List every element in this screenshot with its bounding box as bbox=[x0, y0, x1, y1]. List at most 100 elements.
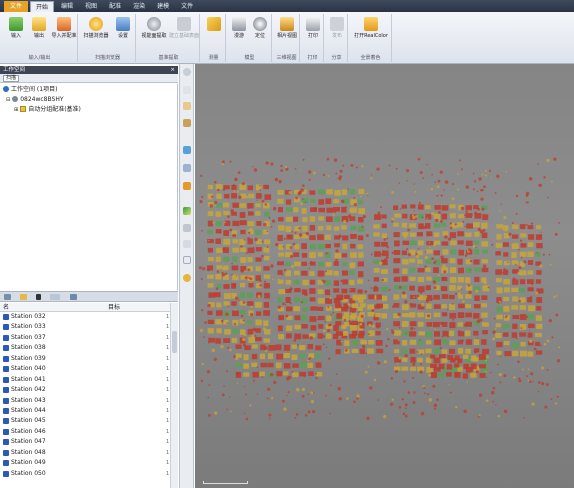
cloud-cluster bbox=[418, 223, 424, 230]
layer-icon[interactable] bbox=[183, 164, 191, 172]
cloud-cluster bbox=[277, 270, 283, 275]
list-item[interactable]: Station 047 1 bbox=[0, 437, 170, 447]
cloud-point bbox=[426, 163, 428, 166]
cloud-cluster bbox=[473, 222, 480, 228]
up-arrow-icon[interactable] bbox=[36, 294, 41, 300]
cloud-cluster bbox=[418, 213, 424, 219]
cloud-point bbox=[415, 254, 420, 259]
tab-modeling[interactable]: 建模 bbox=[152, 1, 174, 12]
cloud-point bbox=[252, 246, 254, 248]
publish-button[interactable]: 发布 bbox=[325, 17, 349, 39]
cloud-point bbox=[366, 416, 370, 420]
tab-edit[interactable]: 编辑 bbox=[56, 1, 78, 12]
cloud-point bbox=[324, 321, 326, 323]
target-icon[interactable] bbox=[183, 256, 191, 264]
cloud-point bbox=[304, 201, 307, 204]
list-item[interactable]: Station 041 1 bbox=[0, 375, 170, 385]
station-icon bbox=[3, 324, 9, 331]
collapse-icon[interactable] bbox=[4, 294, 11, 300]
expand-icon[interactable]: ⊞ bbox=[14, 107, 18, 113]
locate-button[interactable]: 定位 bbox=[249, 17, 271, 39]
view-options-icon[interactable] bbox=[50, 294, 60, 300]
pan-icon[interactable] bbox=[183, 86, 191, 94]
cloud-point bbox=[242, 301, 246, 304]
cloud-color-icon[interactable] bbox=[183, 207, 191, 215]
column-target[interactable]: 目标 bbox=[108, 303, 120, 312]
tab-extra[interactable]: 文件 bbox=[176, 1, 198, 12]
tree-node-project[interactable]: ⊟ 0824wc8BSHY bbox=[6, 96, 64, 104]
list-item[interactable]: Station 043 1 bbox=[0, 396, 170, 406]
cloud-cluster bbox=[458, 249, 464, 256]
expand-icon[interactable]: ⊟ bbox=[6, 97, 10, 103]
measure-button[interactable] bbox=[202, 17, 226, 33]
tab-registration[interactable]: 配准 bbox=[104, 1, 126, 12]
walkthrough-button[interactable]: 漫游 bbox=[228, 17, 250, 39]
cloud-point bbox=[490, 371, 492, 374]
tab-render[interactable]: 渲染 bbox=[128, 1, 150, 12]
light-icon[interactable] bbox=[183, 274, 191, 282]
column-name[interactable]: 名 bbox=[3, 303, 9, 312]
grid-icon[interactable] bbox=[183, 240, 191, 248]
open-realcolor-button[interactable]: 打开RealColor bbox=[352, 17, 390, 39]
build-base-surface-button[interactable]: 建立基础表面 bbox=[169, 17, 199, 39]
surface-extract-button[interactable]: 视能面提取 bbox=[140, 17, 168, 39]
cloud-cluster bbox=[368, 339, 375, 345]
cloud-point bbox=[502, 334, 505, 337]
cloud-point bbox=[272, 206, 277, 211]
cloud-point bbox=[478, 393, 483, 397]
scrollbar-thumb[interactable] bbox=[172, 331, 177, 353]
clip-icon[interactable] bbox=[183, 224, 191, 232]
tab-home[interactable]: 开始 bbox=[30, 1, 55, 12]
import-and-register-button[interactable]: 导入并配准 bbox=[50, 17, 78, 39]
group-caption: 基准提取 bbox=[158, 55, 179, 61]
list-item[interactable]: Station 045 1 bbox=[0, 416, 170, 426]
list-item[interactable]: Station 040 1 bbox=[0, 364, 170, 374]
color-icon[interactable] bbox=[183, 182, 191, 190]
cloud-cluster bbox=[255, 337, 262, 342]
list-item[interactable]: Station 044 1 bbox=[0, 406, 170, 416]
fence-icon[interactable] bbox=[183, 119, 191, 127]
tab-view[interactable]: 视图 bbox=[80, 1, 102, 12]
list-scrollbar[interactable] bbox=[170, 303, 178, 488]
list-item[interactable]: Station 039 1 bbox=[0, 354, 170, 364]
cloud-cluster bbox=[283, 353, 290, 359]
cloud-point bbox=[204, 321, 207, 324]
list-item[interactable]: Station 033 1 bbox=[0, 322, 170, 332]
print-button[interactable]: 打印 bbox=[301, 17, 325, 39]
cloud-point bbox=[448, 237, 452, 241]
import-button[interactable]: 输入 bbox=[4, 17, 28, 39]
cloud-cluster bbox=[264, 194, 272, 200]
box-select-icon[interactable] bbox=[183, 102, 191, 110]
cloud-point bbox=[361, 164, 364, 168]
export-button[interactable]: 输出 bbox=[27, 17, 51, 39]
cloud-cluster bbox=[277, 207, 283, 213]
cloud-point bbox=[325, 252, 328, 255]
list-item[interactable]: Station 037 1 bbox=[0, 333, 170, 343]
cloud-point bbox=[520, 327, 523, 329]
cloud-cluster bbox=[309, 252, 316, 259]
list-item[interactable]: Station 046 1 bbox=[0, 427, 170, 437]
list-item[interactable]: Station 032 1 bbox=[0, 312, 170, 322]
tree-node-registration[interactable]: ⊞ 自动分组配准(基准) bbox=[14, 106, 81, 114]
tab-file[interactable]: 文件 bbox=[4, 1, 29, 12]
camera-icon[interactable] bbox=[183, 146, 191, 154]
photo-view-button[interactable]: 相片视图 bbox=[275, 17, 299, 39]
folder-open-icon[interactable] bbox=[20, 294, 27, 300]
settings-button[interactable]: 设置 bbox=[111, 17, 135, 39]
list-item[interactable]: Station 048 1 bbox=[0, 448, 170, 458]
list-item[interactable]: Station 038 1 bbox=[0, 343, 170, 353]
cloud-cluster bbox=[359, 348, 365, 355]
list-item[interactable]: Station 049 1 bbox=[0, 458, 170, 468]
point-cloud-viewport[interactable] bbox=[195, 64, 574, 488]
cloud-point bbox=[243, 385, 246, 388]
scan-browser-button[interactable]: 扫描浏览器 bbox=[82, 17, 110, 39]
close-icon[interactable]: × bbox=[170, 66, 175, 74]
list-item[interactable]: Station 042 1 bbox=[0, 385, 170, 395]
properties-icon[interactable] bbox=[70, 294, 77, 300]
rotate-icon[interactable] bbox=[183, 68, 191, 76]
list-item[interactable]: Station 050 1 bbox=[0, 469, 170, 479]
scan-filter-button[interactable]: 扫描 bbox=[3, 75, 20, 82]
cloud-point bbox=[398, 356, 402, 360]
tree-node-workspace[interactable]: 工作空间 (1项目) bbox=[3, 86, 57, 94]
cloud-point bbox=[515, 194, 519, 198]
